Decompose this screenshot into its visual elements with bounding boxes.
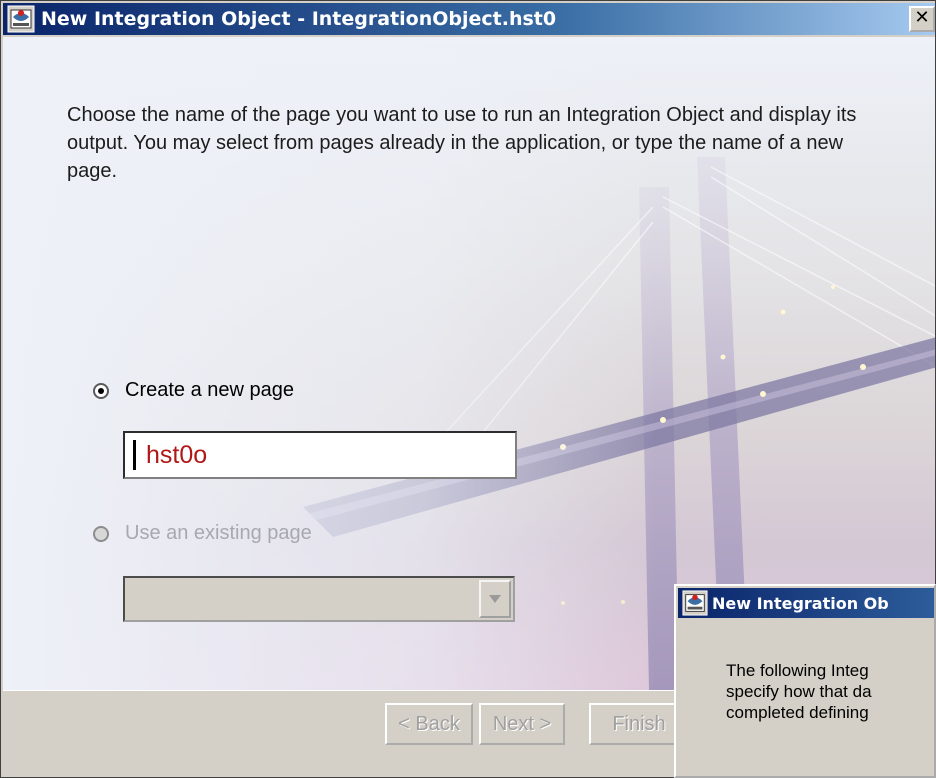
window-title: New Integration Object - IntegrationObje… (41, 8, 557, 30)
secondary-dialog: New Integration Ob The following Integ s… (674, 584, 936, 778)
text-caret (133, 440, 136, 470)
secondary-dialog-line: completed defining (726, 703, 869, 722)
use-existing-page-label: Use an existing page (125, 522, 312, 544)
new-page-name-field[interactable]: hst0o (123, 431, 517, 479)
create-new-page-option[interactable]: Create a new page (93, 379, 294, 402)
secondary-dialog-line: specify how that da (726, 682, 872, 701)
close-icon: ✕ (914, 7, 930, 28)
app-icon (7, 5, 35, 33)
secondary-dialog-title-bar[interactable]: New Integration Ob (678, 588, 934, 618)
dropdown-arrow-button[interactable] (479, 580, 511, 618)
secondary-dialog-body: The following Integ specify how that da … (726, 660, 934, 723)
next-button[interactable]: Next > (479, 703, 565, 745)
use-existing-page-radio[interactable] (93, 525, 109, 542)
create-new-page-label: Create a new page (125, 379, 295, 401)
instructions-text: Choose the name of the page you want to … (67, 104, 857, 182)
close-button[interactable]: ✕ (909, 6, 935, 32)
existing-page-dropdown[interactable] (123, 576, 515, 622)
new-page-name-value: hst0o (146, 440, 208, 469)
back-button[interactable]: < Back (385, 703, 473, 745)
app-icon (682, 590, 708, 616)
title-bar[interactable]: New Integration Object - IntegrationObje… (3, 3, 935, 35)
create-new-page-radio[interactable] (93, 382, 109, 399)
secondary-dialog-title: New Integration Ob (712, 593, 889, 613)
secondary-dialog-line: The following Integ (726, 661, 869, 680)
chevron-down-icon (489, 595, 501, 603)
use-existing-page-option[interactable]: Use an existing page (93, 522, 312, 545)
